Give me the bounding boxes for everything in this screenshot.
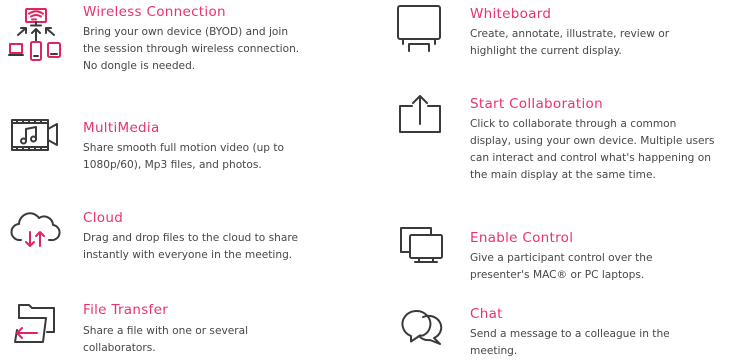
feature-description: Share a file with one or several collabo… (83, 323, 248, 357)
feature-description: Share smooth full motion video (up to 10… (83, 140, 284, 174)
feature-description: Drag and drop files to the cloud to shar… (83, 230, 298, 264)
description-line: display, using your own device. Multiple… (470, 135, 715, 147)
feature-description: Give a participant control over the pres… (470, 250, 653, 284)
feature-description: Send a message to a colleague in the mee… (470, 326, 670, 360)
description-line: Click to collaborate through a common (470, 118, 677, 130)
description-line: Send a message to a colleague in the (470, 328, 670, 340)
description-line: collaborators. (83, 342, 156, 354)
cloud-icon (10, 210, 61, 250)
chat-bubbles-icon (397, 306, 447, 348)
description-line: Create, annotate, illustrate, review or (470, 28, 670, 40)
description-line: the main display at the same time. (470, 169, 656, 181)
description-line: Share a file with one or several (83, 325, 249, 337)
feature-description: Click to collaborate through a common di… (470, 116, 714, 184)
feature-description: Create, annotate, illustrate, review or … (470, 26, 669, 60)
feature-title: MultiMedia (83, 120, 160, 136)
description-line: presenter's MAC® or PC laptops. (470, 269, 645, 281)
folder-transfer-icon (11, 302, 59, 344)
feature-title: Cloud (83, 210, 124, 226)
description-line: Share smooth full motion video (up to (83, 142, 285, 154)
feature-title: Enable Control (470, 230, 574, 246)
description-line: instantly with everyone in the meeting. (83, 249, 293, 261)
description-line: Give a participant control over the (470, 252, 653, 264)
description-line: 1080p/60), Mp3 files, and photos. (83, 159, 262, 171)
feature-title: Start Collaboration (470, 96, 603, 112)
feature-title: Whiteboard (470, 6, 552, 22)
description-line: Drag and drop files to the cloud to shar… (83, 232, 299, 244)
feature-title: Wireless Connection (83, 4, 226, 20)
multimedia-icon (9, 117, 59, 153)
wireless-devices-icon (8, 8, 62, 64)
description-line: highlight the current display. (470, 45, 622, 57)
description-line: meeting. (470, 345, 518, 357)
feature-title: Chat (470, 306, 503, 322)
feature-title: File Transfer (83, 302, 169, 318)
description-line: the session through wireless connection. (83, 43, 300, 55)
description-line: No dongle is needed. (83, 60, 196, 72)
description-line: Bring your own device (BYOD) and join (83, 26, 289, 38)
screens-control-icon (397, 226, 445, 268)
share-upload-icon (398, 94, 442, 134)
description-line: can interact and control what's happenin… (470, 152, 711, 164)
whiteboard-icon (397, 4, 443, 54)
feature-description: Bring your own device (BYOD) and join th… (83, 24, 299, 75)
